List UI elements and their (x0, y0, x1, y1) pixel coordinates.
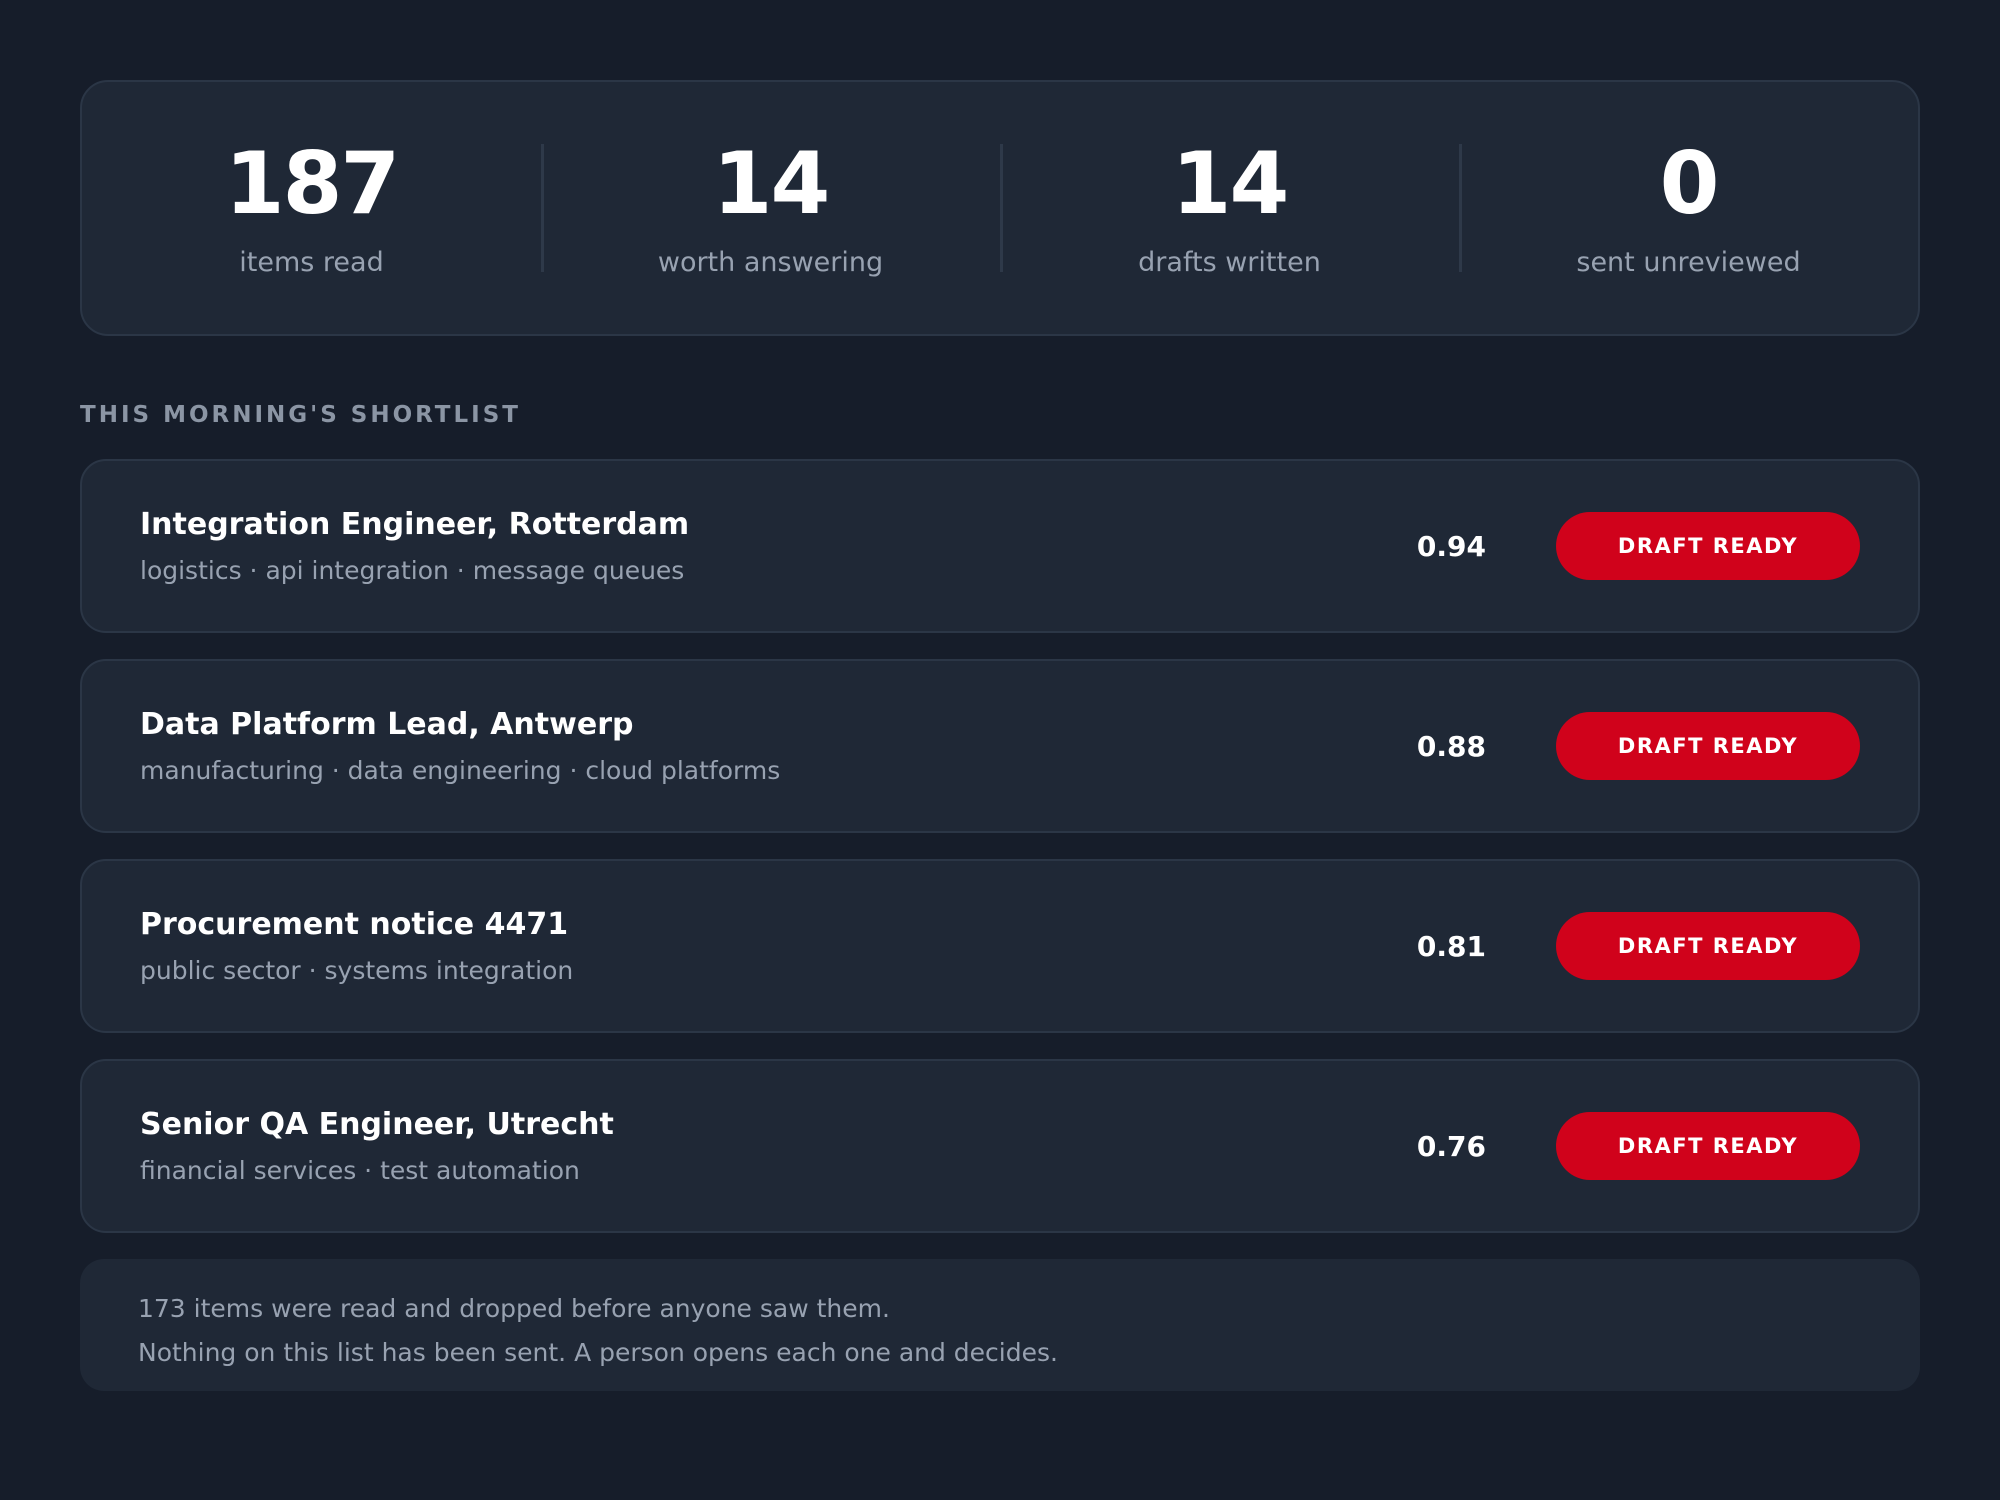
shortlist-item[interactable]: Senior QA Engineer, Utrecht financial se… (80, 1059, 1920, 1233)
stat-value: 0 (1659, 133, 1720, 234)
item-tags: manufacturing · data engineering · cloud… (140, 755, 781, 785)
draft-ready-button[interactable]: DRAFT READY (1556, 512, 1860, 580)
item-tags: public sector · systems integration (140, 955, 574, 985)
item-title: Senior QA Engineer, Utrecht (140, 1106, 614, 1142)
footer-note: 173 items were read and dropped before a… (80, 1259, 1920, 1391)
stat-value: 14 (1171, 133, 1290, 234)
draft-ready-button[interactable]: DRAFT READY (1556, 1112, 1860, 1180)
shortlist-heading: THIS MORNING'S SHORTLIST (80, 402, 521, 428)
stat-label: sent unreviewed (1576, 246, 1801, 278)
draft-ready-button[interactable]: DRAFT READY (1556, 712, 1860, 780)
item-tags: financial services · test automation (140, 1155, 580, 1185)
item-text: Integration Engineer, Rotterdam logistic… (140, 506, 1366, 585)
item-tags: logistics · api integration · message qu… (140, 555, 685, 585)
note-line: Nothing on this list has been sent. A pe… (138, 1338, 1058, 1367)
item-text: Data Platform Lead, Antwerp manufacturin… (140, 706, 1366, 785)
item-text: Procurement notice 4471 public sector · … (140, 906, 1366, 985)
page: 187 items read 14 worth answering 14 dra… (80, 80, 1920, 1391)
stat-items-read: 187 items read (82, 133, 541, 276)
stat-value: 14 (712, 133, 831, 234)
stats-panel: 187 items read 14 worth answering 14 dra… (80, 80, 1920, 336)
stat-value: 187 (224, 133, 401, 234)
item-title: Integration Engineer, Rotterdam (140, 506, 690, 542)
note-line: 173 items were read and dropped before a… (138, 1294, 890, 1323)
item-title: Procurement notice 4471 (140, 906, 569, 942)
item-text: Senior QA Engineer, Utrecht financial se… (140, 1106, 1366, 1185)
stat-label: drafts written (1138, 246, 1321, 278)
item-score: 0.81 (1416, 929, 1486, 963)
stat-worth-answering: 14 worth answering (541, 133, 1000, 276)
item-score: 0.94 (1416, 529, 1486, 563)
stat-drafts-written: 14 drafts written (1000, 133, 1459, 276)
item-score: 0.88 (1416, 729, 1486, 763)
stat-label: worth answering (657, 246, 884, 278)
shortlist-item[interactable]: Integration Engineer, Rotterdam logistic… (80, 459, 1920, 633)
item-title: Data Platform Lead, Antwerp (140, 706, 634, 742)
draft-ready-button[interactable]: DRAFT READY (1556, 912, 1860, 980)
stat-sent-unreviewed: 0 sent unreviewed (1459, 133, 1918, 276)
shortlist-item[interactable]: Procurement notice 4471 public sector · … (80, 859, 1920, 1033)
shortlist: Integration Engineer, Rotterdam logistic… (80, 459, 1920, 1233)
shortlist-item[interactable]: Data Platform Lead, Antwerp manufacturin… (80, 659, 1920, 833)
item-score: 0.76 (1416, 1129, 1486, 1163)
stat-label: items read (239, 246, 384, 278)
